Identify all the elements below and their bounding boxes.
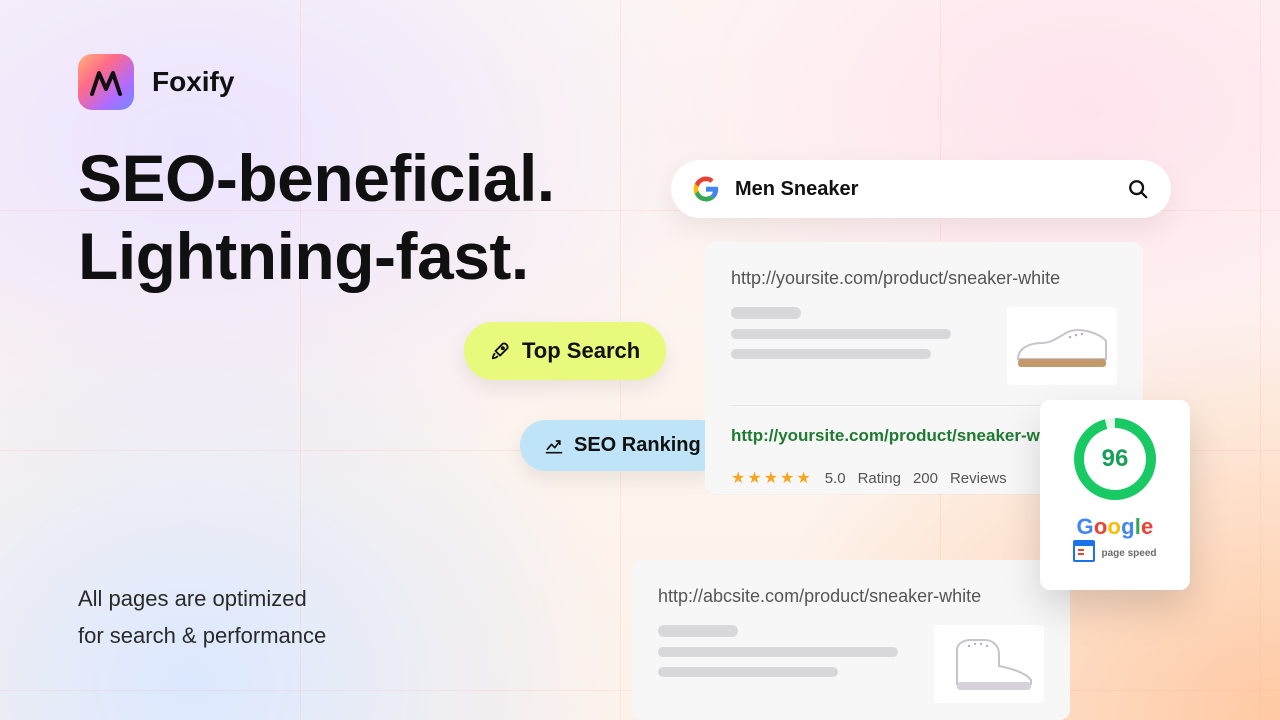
- top-search-badge: Top Search: [464, 322, 666, 380]
- search-result-secondary: http://abcsite.com/product/sneaker-white: [632, 560, 1070, 720]
- seo-ranking-badge: SEO Ranking: [520, 420, 725, 471]
- result-preview: [658, 625, 1044, 703]
- reviews-count: 200: [913, 470, 938, 487]
- brand-logo-icon: [78, 54, 134, 110]
- headline-line-1: SEO-beneficial.: [78, 140, 555, 218]
- skeleton-line: [658, 647, 898, 657]
- chart-up-icon: [544, 436, 564, 456]
- google-logo-icon: [693, 176, 719, 202]
- headline-line-2: Lightning-fast.: [78, 218, 555, 296]
- brand-name: Foxify: [152, 66, 234, 98]
- stars-icon: ★★★★★: [731, 468, 813, 488]
- pagespeed-score: 96: [1102, 445, 1129, 473]
- product-thumb-sneaker-icon: [1007, 307, 1117, 385]
- top-search-badge-label: Top Search: [522, 338, 640, 364]
- subheadline-line-2: for search & performance: [78, 617, 326, 654]
- rating-label: Rating: [858, 470, 901, 487]
- product-thumb-sneaker-icon: [934, 625, 1044, 703]
- search-bar[interactable]: Men Sneaker: [671, 160, 1171, 218]
- skeleton-line: [731, 329, 951, 339]
- skeleton-line: [731, 349, 931, 359]
- seo-ranking-badge-label: SEO Ranking: [574, 434, 701, 457]
- pagespeed-score-ring-icon: 96: [1074, 418, 1156, 500]
- skeleton-line: [658, 625, 738, 637]
- search-icon[interactable]: [1127, 178, 1149, 200]
- pagespeed-widget: 96 Google page speed: [1040, 400, 1190, 590]
- subheadline-line-1: All pages are optimized: [78, 580, 326, 617]
- skeleton-line: [658, 667, 838, 677]
- skeleton-line: [731, 307, 801, 319]
- brand: Foxify: [78, 54, 234, 110]
- rating-value: 5.0: [825, 470, 846, 487]
- pagespeed-icon: [1073, 544, 1095, 562]
- result-url: http://yoursite.com/product/sneaker-whit…: [731, 268, 1117, 289]
- result-url: http://abcsite.com/product/sneaker-white: [658, 586, 1044, 607]
- subheadline: All pages are optimized for search & per…: [78, 580, 326, 655]
- rocket-icon: [490, 340, 512, 362]
- reviews-label: Reviews: [950, 470, 1007, 487]
- result-preview: [731, 307, 1117, 385]
- pagespeed-label: page speed: [1073, 544, 1156, 562]
- search-query: Men Sneaker: [735, 178, 1111, 201]
- pagespeed-label-text: page speed: [1101, 548, 1156, 559]
- google-wordmark-icon: Google: [1077, 514, 1154, 540]
- headline: SEO-beneficial. Lightning-fast.: [78, 140, 555, 296]
- hero-stage: Foxify SEO-beneficial. Lightning-fast. A…: [0, 0, 1280, 720]
